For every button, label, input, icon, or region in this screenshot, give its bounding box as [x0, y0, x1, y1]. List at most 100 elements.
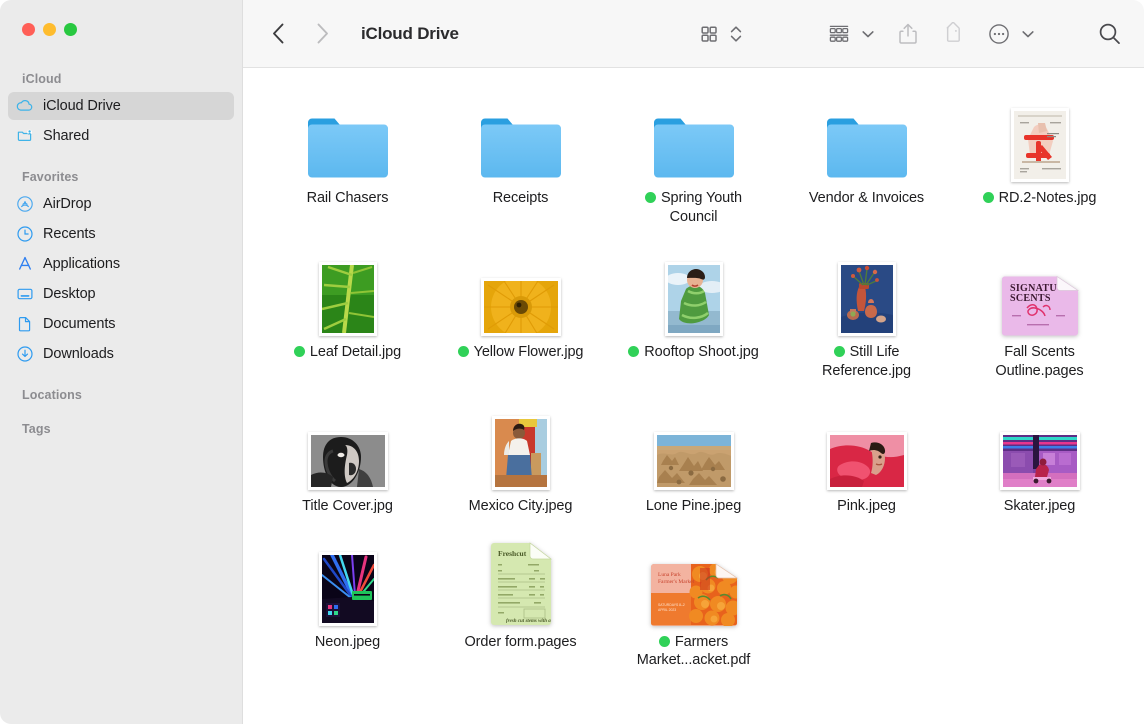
search-button[interactable]: [1097, 19, 1122, 49]
file-label: Skater.jpeg: [1004, 497, 1075, 516]
zoom-button[interactable]: [64, 23, 77, 36]
file-label: Yellow Flower.jpg: [458, 343, 584, 362]
file-item[interactable]: Freshcut: [434, 534, 607, 670]
file-grid: Rail Chasers Receipts: [261, 90, 1126, 670]
file-item[interactable]: RD.2-Notes.jpg: [953, 90, 1126, 226]
sidebar-item-airdrop[interactable]: AirDrop: [8, 190, 234, 218]
file-grid-container[interactable]: Rail Chasers Receipts: [243, 68, 1144, 724]
desktop-icon: [16, 285, 34, 303]
pages-document-icon: Freshcut: [488, 542, 554, 626]
file-item[interactable]: Neon.jpeg: [261, 534, 434, 670]
sidebar-item-recents[interactable]: Recents: [8, 220, 234, 248]
sidebar-section-title-tags: Tags: [0, 422, 242, 442]
sync-badge-icon: [628, 346, 639, 357]
svg-text:Farmer's Market: Farmer's Market: [658, 579, 695, 585]
file-item[interactable]: Luna Park Farmer's Market SATURDAYS 8–2 …: [607, 534, 780, 670]
file-item[interactable]: Spring Youth Council: [607, 90, 780, 226]
finder-window: iCloud iCloud Drive: [0, 0, 1144, 724]
sidebar-item-label: Recents: [43, 226, 96, 242]
sidebar-section-tags: Tags: [0, 422, 242, 442]
file-item[interactable]: SIGNATU SCENTS: [953, 244, 1126, 380]
toolbar: iCloud Drive: [243, 0, 1144, 68]
sidebar-item-documents[interactable]: Documents: [8, 310, 234, 338]
share-button[interactable]: [897, 19, 919, 49]
photo-thumbnail: [838, 262, 896, 336]
file-thumbnail: [607, 244, 780, 336]
file-label: Spring Youth Council: [620, 189, 768, 226]
close-button[interactable]: [22, 23, 35, 36]
minimize-button[interactable]: [43, 23, 56, 36]
view-stepper[interactable]: [729, 19, 743, 49]
file-thumbnail: Freshcut: [434, 534, 607, 626]
file-label: Lone Pine.jpeg: [646, 497, 741, 516]
group-by-chevron[interactable]: [861, 19, 875, 49]
file-item[interactable]: Lone Pine.jpeg: [607, 398, 780, 516]
icloud-icon: [16, 97, 34, 115]
file-thumbnail: [953, 398, 1126, 490]
page-title: iCloud Drive: [361, 24, 459, 44]
sidebar-item-applications[interactable]: Applications: [8, 250, 234, 278]
pages-document-icon: SIGNATU SCENTS: [999, 274, 1081, 336]
file-label: Title Cover.jpg: [302, 497, 393, 516]
file-thumbnail: [261, 398, 434, 490]
file-thumbnail: [261, 244, 434, 336]
sidebar-item-desktop[interactable]: Desktop: [8, 280, 234, 308]
file-name: RD.2-Notes.jpg: [999, 190, 1097, 206]
sidebar-section-locations: Locations: [0, 388, 242, 408]
file-name: Vendor & Invoices: [809, 190, 924, 206]
group-by-button[interactable]: [827, 19, 851, 49]
file-item[interactable]: Skater.jpeg: [953, 398, 1126, 516]
sidebar-item-label: Shared: [43, 128, 89, 144]
file-label: Leaf Detail.jpg: [294, 343, 401, 362]
sidebar-section-title-locations: Locations: [0, 388, 242, 408]
sidebar-item-downloads[interactable]: Downloads: [8, 340, 234, 368]
file-item[interactable]: Still Life Reference.jpg: [780, 244, 953, 380]
file-item[interactable]: Rooftop Shoot.jpg: [607, 244, 780, 380]
file-thumbnail: [953, 90, 1126, 182]
photo-thumbnail: [319, 552, 377, 626]
photo-thumbnail: [665, 262, 723, 336]
photo-thumbnail: [492, 416, 550, 490]
sidebar-item-label: Downloads: [43, 346, 114, 362]
photo-thumbnail: [308, 432, 388, 490]
chevron-left-icon: [272, 23, 285, 44]
back-button[interactable]: [267, 21, 289, 47]
file-thumbnail: SIGNATU SCENTS: [953, 244, 1126, 336]
file-thumbnail: [434, 244, 607, 336]
file-item[interactable]: Pink.jpeg: [780, 398, 953, 516]
file-item[interactable]: Vendor & Invoices: [780, 90, 953, 226]
sidebar-item-label: Desktop: [43, 286, 96, 302]
file-label: Farmers Market...acket.pdf: [620, 633, 768, 670]
more-chevron[interactable]: [1021, 19, 1035, 49]
more-button[interactable]: [987, 19, 1011, 49]
file-thumbnail: [607, 90, 780, 182]
icon-view-button[interactable]: [698, 19, 720, 49]
file-name: Skater.jpeg: [1004, 498, 1075, 514]
svg-text:SCENTS: SCENTS: [1010, 293, 1051, 304]
file-item[interactable]: Title Cover.jpg: [261, 398, 434, 516]
file-name: Leaf Detail.jpg: [310, 344, 401, 360]
file-item[interactable]: Mexico City.jpeg: [434, 398, 607, 516]
sidebar-section-title-icloud: iCloud: [0, 72, 242, 92]
forward-button[interactable]: [311, 21, 333, 47]
sidebar-item-icloud-drive[interactable]: iCloud Drive: [8, 92, 234, 120]
clock-icon: [16, 225, 34, 243]
folder-icon: [479, 114, 563, 182]
file-thumbnail: [434, 90, 607, 182]
file-label: Rooftop Shoot.jpg: [628, 343, 758, 362]
file-item[interactable]: Rail Chasers: [261, 90, 434, 226]
chevron-right-icon: [316, 23, 329, 44]
applications-icon: [16, 255, 34, 273]
sync-badge-icon: [458, 346, 469, 357]
tag-button[interactable]: [941, 19, 965, 49]
grid-view-icon: [698, 23, 720, 45]
file-item[interactable]: Receipts: [434, 90, 607, 226]
chevron-down-icon: [1021, 27, 1035, 41]
sidebar-item-label: Applications: [43, 256, 120, 272]
search-icon: [1097, 21, 1122, 46]
folder-icon: [825, 114, 909, 182]
file-item[interactable]: Yellow Flower.jpg: [434, 244, 607, 380]
file-item[interactable]: Leaf Detail.jpg: [261, 244, 434, 380]
sidebar-item-shared[interactable]: Shared: [8, 122, 234, 150]
chevron-down-icon: [861, 27, 875, 41]
